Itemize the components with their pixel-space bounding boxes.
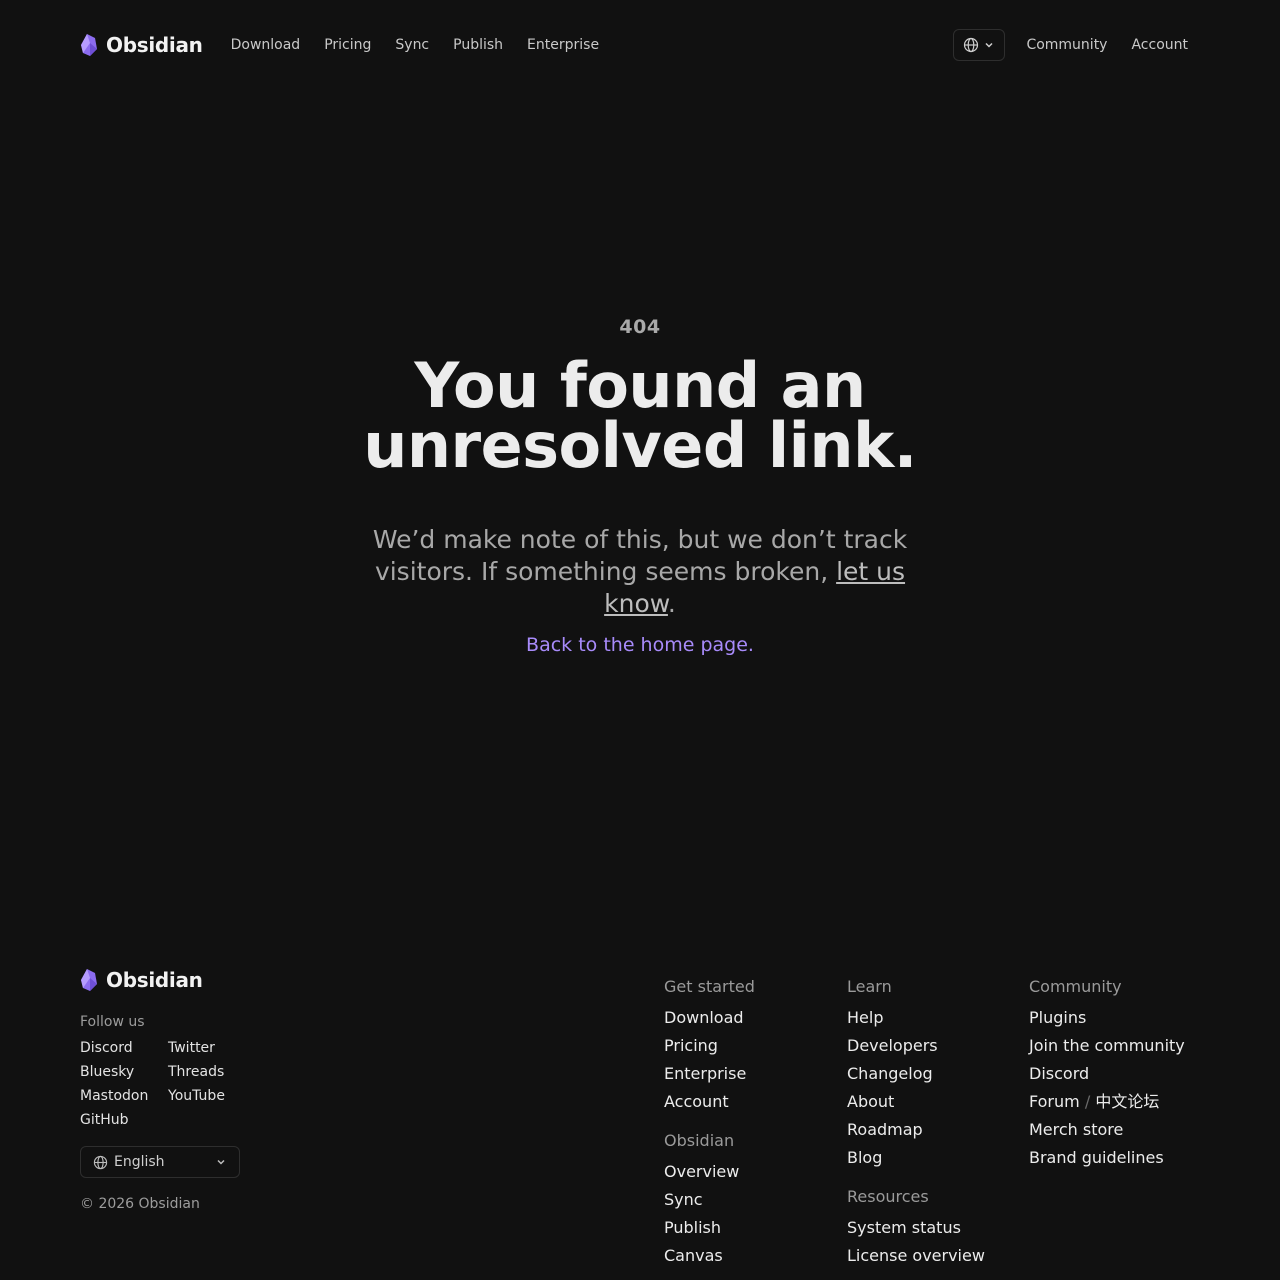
footer-logo[interactable]: Obsidian (80, 968, 248, 992)
social-bluesky[interactable]: Bluesky (80, 1064, 168, 1080)
logo-wordmark: Obsidian (106, 33, 203, 57)
obsidian-logo-icon (81, 34, 97, 56)
social-github[interactable]: GitHub (80, 1112, 168, 1128)
footer-link-help[interactable]: Help (847, 1008, 1027, 1028)
primary-nav: Download Pricing Sync Publish Enterprise (231, 37, 599, 53)
nav-right: Community Account (953, 29, 1188, 61)
error-description: We’d make note of this, but we don’t tra… (340, 524, 940, 620)
globe-icon (93, 1155, 108, 1169)
social-youtube[interactable]: YouTube (168, 1088, 248, 1104)
social-twitter[interactable]: Twitter (168, 1040, 248, 1056)
footer-column-community: Community Plugins Join the community Dis… (1029, 978, 1209, 1176)
footer-logo-wordmark: Obsidian (106, 968, 203, 992)
nav-download[interactable]: Download (231, 37, 301, 53)
nav-publish[interactable]: Publish (453, 37, 503, 53)
learn-heading: Learn (847, 977, 892, 996)
nav-account[interactable]: Account (1131, 37, 1188, 53)
language-value: English (114, 1154, 165, 1170)
footer-link-about[interactable]: About (847, 1092, 1027, 1112)
footer-column-learn: Learn Help Developers Changelog About Ro… (847, 978, 1027, 1274)
globe-icon (964, 37, 979, 53)
logo[interactable]: Obsidian (80, 33, 203, 57)
footer-link-sync[interactable]: Sync (664, 1190, 844, 1210)
error-hero: 404 You found an unresolved link. We’d m… (0, 316, 1280, 656)
footer-brand-column: Obsidian Follow us Discord Twitter Blues… (80, 968, 248, 1212)
language-select[interactable]: English (80, 1146, 240, 1178)
footer-link-join-community[interactable]: Join the community (1029, 1036, 1209, 1056)
footer-link-blog[interactable]: Blog (847, 1148, 1027, 1168)
footer-forum-row: Forum / 中文论坛 (1029, 1092, 1209, 1112)
footer-link-canvas[interactable]: Canvas (664, 1246, 844, 1266)
language-switcher-button[interactable] (953, 29, 1006, 61)
title-line-2: unresolved link. (363, 409, 917, 482)
footer-link-roadmap[interactable]: Roadmap (847, 1120, 1027, 1140)
error-code: 404 (619, 316, 661, 338)
social-threads[interactable]: Threads (168, 1064, 248, 1080)
footer-link-forum-cn[interactable]: 中文论坛 (1095, 1092, 1159, 1111)
footer-link-pricing[interactable]: Pricing (664, 1036, 844, 1056)
footer-link-overview[interactable]: Overview (664, 1162, 844, 1182)
footer-link-system-status[interactable]: System status (847, 1218, 1027, 1238)
forum-separator: / (1084, 1092, 1091, 1111)
social-mastodon[interactable]: Mastodon (80, 1088, 168, 1104)
obsidian-heading: Obsidian (664, 1131, 735, 1150)
nav-pricing[interactable]: Pricing (324, 37, 371, 53)
footer-link-account[interactable]: Account (664, 1092, 844, 1112)
footer-link-brand-guidelines[interactable]: Brand guidelines (1029, 1148, 1209, 1168)
footer-link-discord[interactable]: Discord (1029, 1064, 1209, 1084)
footer-link-download[interactable]: Download (664, 1008, 844, 1028)
footer-column-get-started: Get started Download Pricing Enterprise … (664, 978, 844, 1274)
footer-link-forum[interactable]: Forum (1029, 1092, 1080, 1111)
description-end: . (667, 589, 676, 618)
back-home-link[interactable]: Back to the home page. (0, 634, 1280, 656)
chevron-down-icon (985, 42, 993, 48)
chevron-down-icon (217, 1159, 225, 1165)
nav-sync[interactable]: Sync (395, 37, 429, 53)
footer-link-merch-store[interactable]: Merch store (1029, 1120, 1209, 1140)
description-text: We’d make note of this, but we don’t tra… (372, 525, 908, 586)
get-started-heading: Get started (664, 977, 755, 996)
footer-link-enterprise[interactable]: Enterprise (664, 1064, 844, 1084)
top-nav: Obsidian Download Pricing Sync Publish E… (80, 28, 1188, 62)
obsidian-logo-icon (81, 969, 97, 991)
nav-enterprise[interactable]: Enterprise (527, 37, 599, 53)
footer-link-license-overview[interactable]: License overview (847, 1246, 1027, 1266)
follow-us-label: Follow us (80, 1014, 145, 1030)
community-heading: Community (1029, 977, 1122, 996)
footer-link-developers[interactable]: Developers (847, 1036, 1027, 1056)
nav-community[interactable]: Community (1026, 37, 1107, 53)
resources-heading: Resources (847, 1187, 929, 1206)
footer-link-publish[interactable]: Publish (664, 1218, 844, 1238)
footer-link-plugins[interactable]: Plugins (1029, 1008, 1209, 1028)
footer-link-changelog[interactable]: Changelog (847, 1064, 1027, 1084)
page-title: You found an unresolved link. (0, 355, 1280, 477)
social-discord[interactable]: Discord (80, 1040, 168, 1056)
copyright: © 2026 Obsidian (80, 1196, 200, 1212)
social-links: Discord Twitter Bluesky Threads Mastodon… (80, 1040, 248, 1128)
